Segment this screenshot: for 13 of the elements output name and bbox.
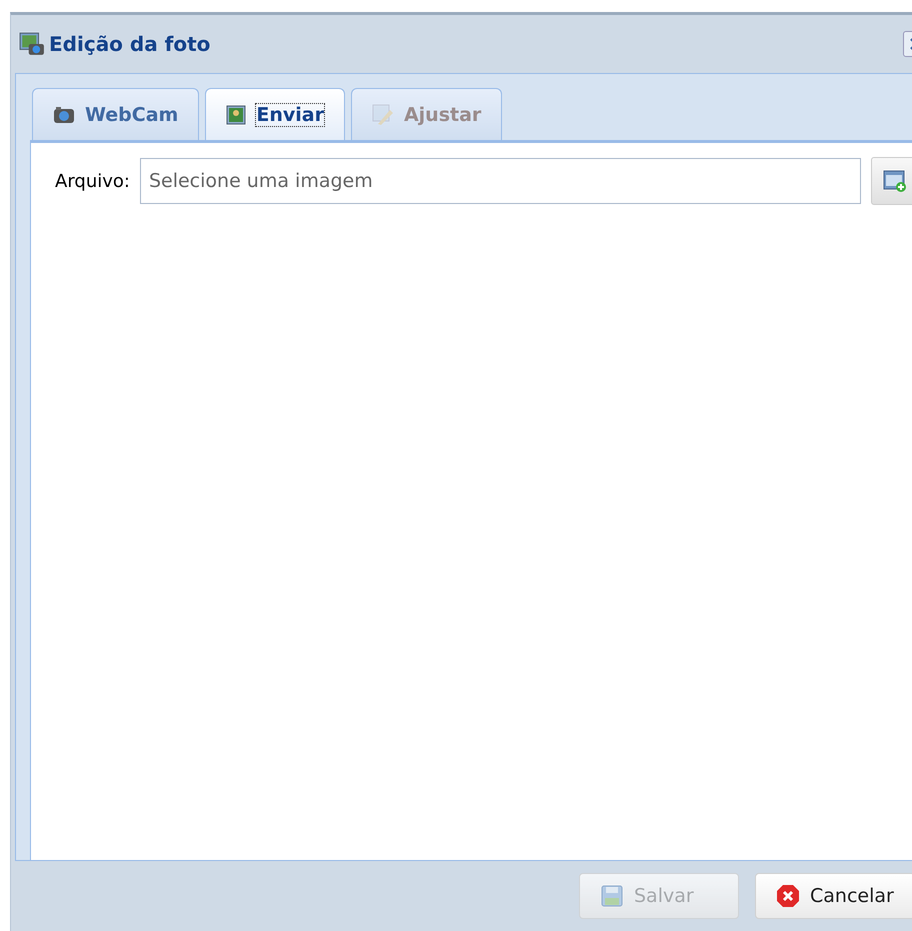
camera-icon <box>53 106 75 124</box>
cancel-button[interactable]: Cancelar <box>755 873 912 919</box>
window-title: Edição da foto <box>49 32 210 56</box>
pencil-picture-icon <box>372 104 394 126</box>
browse-button[interactable] <box>871 157 912 205</box>
picture-icon <box>226 104 246 124</box>
file-field[interactable]: Selecione uma imagem <box>140 158 861 204</box>
field-label: Arquivo: <box>55 170 130 192</box>
tab[interactable]: WebCam <box>32 88 200 140</box>
add-image-icon <box>882 168 908 194</box>
tab[interactable]: Enviar <box>205 88 345 140</box>
photo-camera-icon <box>19 31 45 57</box>
cancel-icon <box>776 884 800 908</box>
